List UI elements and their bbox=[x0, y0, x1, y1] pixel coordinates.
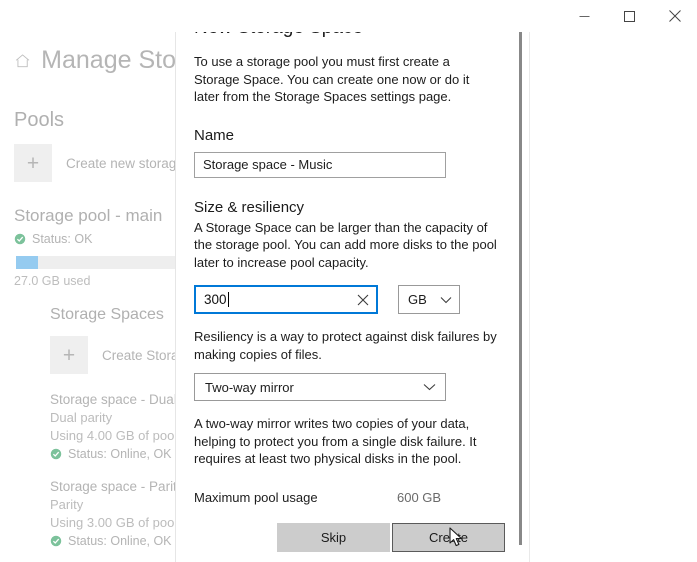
chevron-down-icon bbox=[423, 384, 436, 391]
settings-breadcrumb[interactable]: Settings bbox=[52, 9, 96, 23]
text-caret bbox=[227, 292, 229, 307]
pool-usage-bar-fill bbox=[16, 256, 39, 269]
storage-pool-name: Storage pool - main bbox=[14, 206, 163, 225]
create-storage-space-tile[interactable]: + Create Storag bbox=[50, 336, 176, 374]
dialog-intro-text: To use a storage pool you must first cre… bbox=[194, 54, 470, 104]
plus-icon: + bbox=[26, 151, 40, 175]
nav-header: Settings bbox=[0, 0, 175, 32]
create-new-storage-pool-label: Create new storage p bbox=[66, 155, 176, 171]
dialog-button-row: Skip Create bbox=[277, 522, 505, 552]
list-item[interactable]: Storage space - Dual p Dual parity Using… bbox=[50, 392, 176, 461]
storage-space-name-input[interactable]: Storage space - Music bbox=[194, 151, 446, 178]
size-description: A Storage Space can be larger than the c… bbox=[194, 219, 497, 270]
minimize-icon bbox=[579, 15, 590, 17]
clear-icon[interactable] bbox=[355, 292, 371, 308]
back-button[interactable] bbox=[4, 1, 38, 31]
app-root: Settings Manage Sto Pools + Create new s… bbox=[0, 0, 697, 562]
dialog-body: New Storage Space To use a storage pool … bbox=[176, 0, 529, 562]
list-item[interactable]: Storage space - Parity Parity Using 3.00… bbox=[50, 479, 176, 548]
create-button[interactable]: Create bbox=[392, 522, 505, 552]
create-storage-space-label: Create Storag bbox=[102, 347, 176, 363]
maximum-pool-usage-row: Maximum pool usage 600 GB bbox=[194, 490, 505, 505]
plus-icon: + bbox=[62, 343, 76, 367]
dialog-scrollbar[interactable] bbox=[515, 0, 527, 562]
storage-space-resiliency: Dual parity bbox=[50, 410, 113, 425]
size-unit-select[interactable]: GB bbox=[398, 285, 460, 314]
storage-space-name-value: Storage space - Music bbox=[203, 157, 333, 172]
resiliency-description: Resiliency is a way to protect against d… bbox=[194, 329, 497, 362]
close-button[interactable] bbox=[652, 0, 697, 32]
status-ok-icon bbox=[14, 233, 26, 245]
resiliency-value: Two-way mirror bbox=[205, 379, 294, 395]
plus-tile: + bbox=[50, 336, 88, 374]
close-icon bbox=[668, 10, 681, 22]
size-row: 300 GB bbox=[194, 285, 505, 314]
size-input-value: 300 bbox=[204, 292, 227, 307]
name-heading: Name bbox=[194, 126, 235, 144]
maximize-icon bbox=[624, 10, 635, 22]
window-controls bbox=[562, 0, 697, 32]
page-title: Manage Sto bbox=[41, 46, 176, 74]
maximum-pool-usage-label: Maximum pool usage bbox=[194, 489, 318, 505]
status-ok-icon bbox=[50, 535, 62, 547]
storage-space-name: Storage space - Dual p bbox=[50, 392, 176, 407]
storage-spaces-heading: Storage Spaces bbox=[50, 306, 164, 323]
chevron-down-icon bbox=[440, 296, 452, 303]
pools-heading: Pools bbox=[14, 109, 65, 131]
maximize-button[interactable] bbox=[607, 0, 652, 32]
create-new-storage-pool-tile[interactable]: + Create new storage p bbox=[14, 144, 176, 182]
scrollbar-thumb[interactable] bbox=[519, 27, 522, 545]
home-icon[interactable] bbox=[14, 48, 31, 74]
resiliency-select[interactable]: Two-way mirror bbox=[194, 373, 446, 401]
maximum-pool-usage-value: 600 GB bbox=[397, 489, 442, 505]
plus-tile: + bbox=[14, 144, 52, 182]
new-storage-space-dialog: New Storage Space To use a storage pool … bbox=[175, 0, 530, 562]
resiliency-detail-text: A two-way mirror writes two copies of yo… bbox=[194, 416, 477, 466]
storage-pool-status: Status: OK bbox=[14, 232, 176, 246]
skip-button[interactable]: Skip bbox=[277, 522, 390, 552]
settings-page: Manage Sto Pools + Create new storage p … bbox=[0, 32, 176, 562]
back-arrow-icon bbox=[12, 9, 29, 23]
storage-space-resiliency: Parity bbox=[50, 497, 84, 512]
pool-usage-bar bbox=[16, 256, 176, 269]
storage-pool-status-text: Status: OK bbox=[32, 232, 93, 246]
status-ok-icon bbox=[50, 448, 62, 460]
pool-usage-caption: 27.0 GB used bbox=[14, 274, 91, 288]
minimize-button[interactable] bbox=[562, 0, 607, 32]
size-resiliency-heading: Size & resiliency bbox=[194, 198, 305, 216]
storage-space-name: Storage space - Parity bbox=[50, 479, 176, 494]
storage-space-usage: Using 4.00 GB of pool bbox=[50, 428, 176, 443]
storage-space-status: Status: Online, OK bbox=[50, 534, 176, 548]
size-unit-value: GB bbox=[408, 292, 427, 307]
storage-space-status: Status: Online, OK bbox=[50, 447, 176, 461]
dialog-title: New Storage Space bbox=[194, 17, 363, 38]
page-title-row: Manage Sto bbox=[14, 46, 176, 75]
size-input[interactable]: 300 bbox=[194, 285, 378, 314]
storage-space-usage: Using 3.00 GB of pool bbox=[50, 515, 176, 530]
storage-space-status-text: Status: Online, OK bbox=[68, 534, 172, 548]
storage-space-status-text: Status: Online, OK bbox=[68, 447, 172, 461]
close-x-icon bbox=[357, 294, 369, 305]
